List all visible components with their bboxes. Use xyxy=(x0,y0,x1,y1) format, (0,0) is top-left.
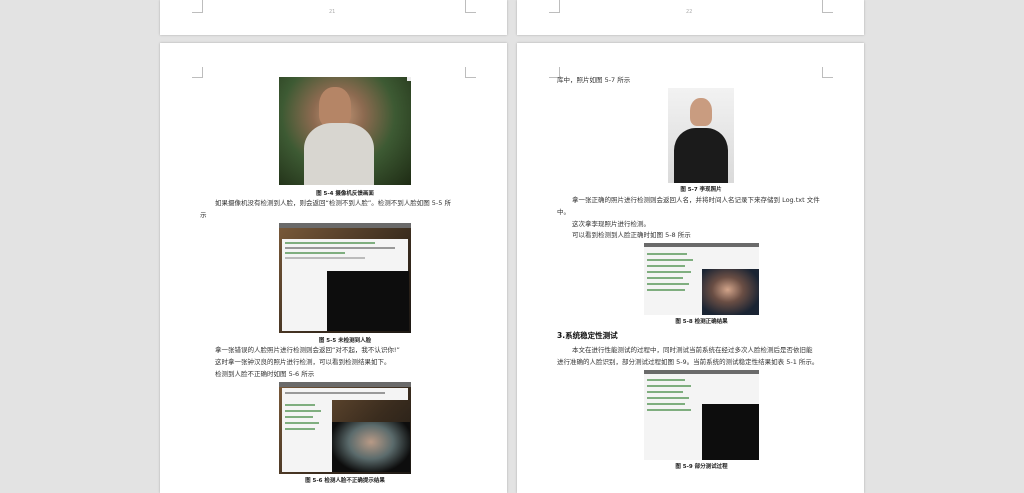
paragraph-line: 可以看到检测到人脸正确时如图 5-8 所示 xyxy=(572,231,691,239)
figure-caption: 图 5-8 检测正确结果 xyxy=(675,319,728,325)
figure-caption: 图 5-5 未检测到人脸 xyxy=(318,338,372,344)
paragraph-line: 这次拿李现照片进行检测。 xyxy=(572,220,650,228)
previous-page-right: 22 xyxy=(517,0,864,35)
camera-feedback-image xyxy=(279,77,411,185)
camera-preview-window xyxy=(327,271,409,331)
page-number: 21 xyxy=(329,9,336,15)
previous-page-left: 21 xyxy=(160,0,507,35)
paragraph-line: 这时拿一张钟汉良的照片进行检测，可以看到检测结果如下。 xyxy=(215,358,391,366)
paragraph-line: 本文在进行性能测试的过程中，同时测试当前系统在经过多次人脸检测后是否依旧能 xyxy=(572,346,813,354)
paragraph-line: 检测到人脸不正确时如图 5-6 所示 xyxy=(215,370,315,378)
paragraph-line: 示 xyxy=(200,211,207,219)
page-number: 22 xyxy=(686,9,693,15)
incorrect-face-result-screenshot xyxy=(279,382,411,474)
test-process-screenshot xyxy=(644,370,759,460)
margin-mark xyxy=(192,67,203,78)
margin-mark xyxy=(465,67,476,78)
correct-detection-screenshot xyxy=(644,243,759,315)
figure-caption: 图 5-4 摄像机反馈画面 xyxy=(316,191,374,197)
no-face-detected-screenshot xyxy=(279,223,411,333)
paragraph-line: 中。 xyxy=(557,208,570,216)
figure-caption: 图 5-7 李现照片 xyxy=(680,187,722,193)
li-xian-photo xyxy=(668,88,734,183)
document-page-left: 图 5-4 摄像机反馈画面 如果摄像机没有检测到人脸，则会返回“检测不到人脸”。… xyxy=(160,43,507,493)
paragraph-line: 如果摄像机没有检测到人脸，则会返回“检测不到人脸”。检测不到人脸如图 5-5 所 xyxy=(215,199,451,207)
paragraph-line: 库中，照片如图 5-7 所示 xyxy=(557,76,631,84)
paragraph-line: 拿一张正确的照片进行检测则会返回人名，并将时间人名记录下来存储到 Log.txt… xyxy=(572,196,820,204)
margin-mark xyxy=(822,67,833,78)
document-page-right: 库中，照片如图 5-7 所示 图 5-7 李现照片 拿一张正确的照片进行检测则会… xyxy=(517,43,864,493)
figure-caption: 图 5-9 部分测试过程 xyxy=(675,464,728,470)
paragraph-line: 进行准确的人脸识别，部分测试过程如图 5-9。当前系统的测试稳定性结果如表 5-… xyxy=(557,358,819,366)
section-heading: 3.系统稳定性测试 xyxy=(557,331,618,340)
paragraph-line: 拿一张错误的人脸照片进行检测则会返回“对不起，我不认识你!” xyxy=(215,346,400,354)
terminal-command-line xyxy=(285,247,395,249)
